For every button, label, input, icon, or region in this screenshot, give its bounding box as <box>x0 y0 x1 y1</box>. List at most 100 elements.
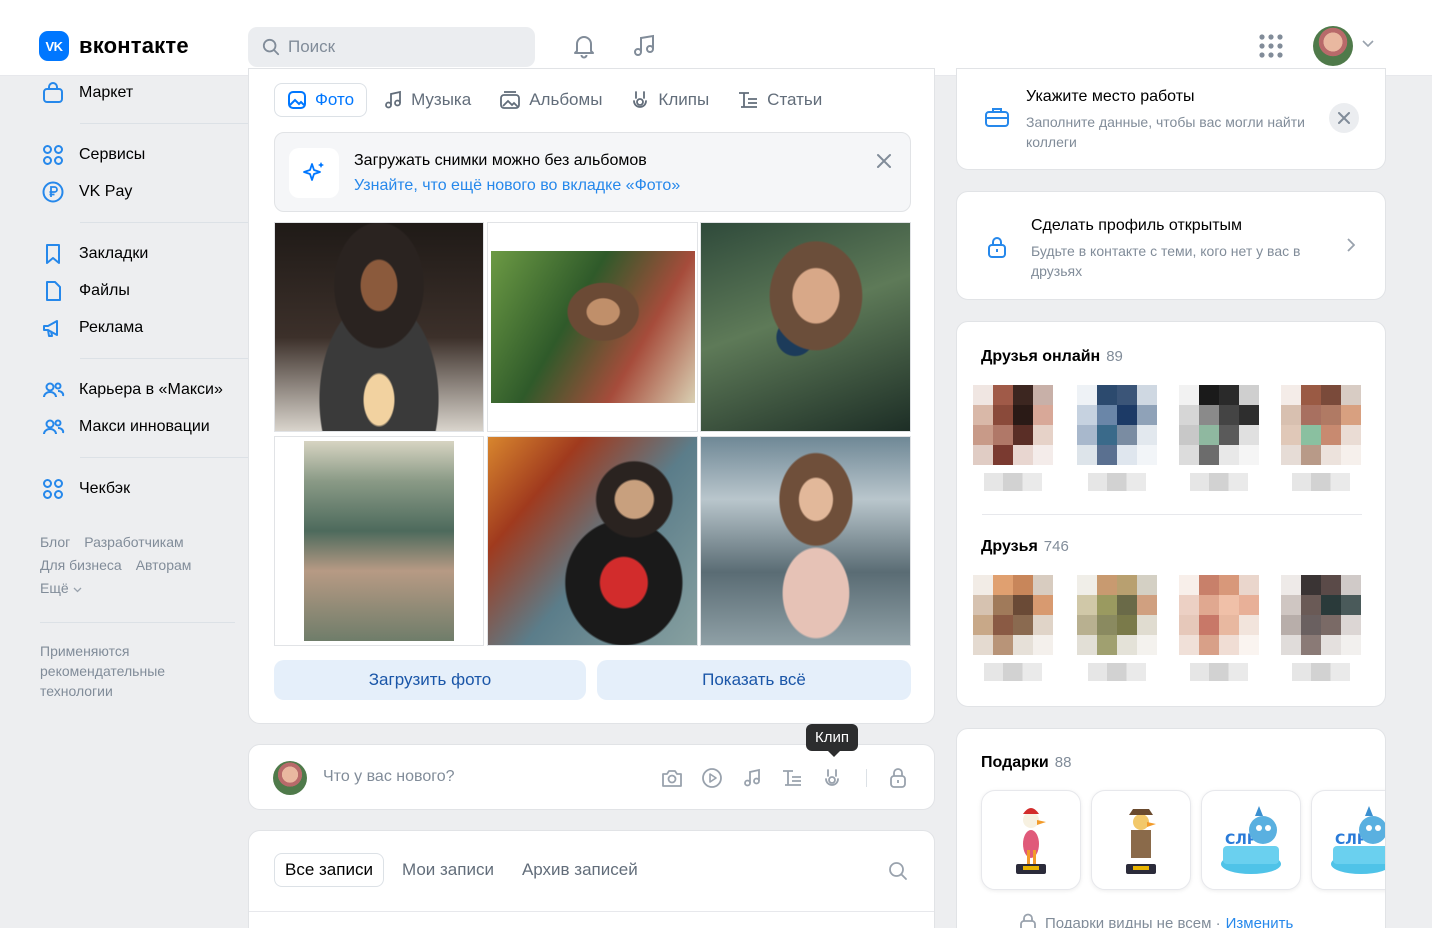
link-more-label: Ещё <box>40 580 69 596</box>
gift-item[interactable]: СЛР <box>1311 790 1385 890</box>
friend-item[interactable] <box>1179 385 1259 495</box>
close-button[interactable] <box>1329 103 1359 133</box>
recommendation-note[interactable]: Применяются рекомендательные технологии <box>40 641 200 701</box>
footer-links: Блог Разработчикам Для бизнеса Авторам Ещё <box>40 531 235 600</box>
gift-item[interactable]: СЛР <box>1201 790 1301 890</box>
music-icon[interactable] <box>630 32 658 60</box>
friend-name-blurred <box>1088 473 1146 491</box>
apps-grid-icon[interactable] <box>1257 32 1285 60</box>
bookmark-icon <box>40 241 66 267</box>
divider <box>80 457 268 458</box>
vk-logo[interactable]: VK вконтакте <box>39 31 189 61</box>
friend-item[interactable] <box>973 575 1053 685</box>
left-sidebar: Маркет Сервисы VK Pay Закладки Файлы Рек… <box>40 74 268 701</box>
gifts-visibility-note: Подарки видны не всем · Изменить <box>1019 913 1293 928</box>
divider <box>866 769 867 787</box>
grid-services-icon <box>40 476 66 502</box>
gifts-header[interactable]: Подарки 88 <box>981 754 1071 772</box>
sidebar-item-label: Чекбэк <box>79 479 131 497</box>
vk-logo-text: вконтакте <box>79 33 189 58</box>
friend-name-blurred <box>1088 663 1146 681</box>
camera-icon[interactable] <box>659 765 685 791</box>
friends-header[interactable]: Друзья 746 <box>981 538 1069 556</box>
photo-thumbnail[interactable] <box>274 436 484 646</box>
tab-clips[interactable]: Клипы <box>618 83 721 117</box>
sidebar-item-files[interactable]: Файлы <box>40 272 235 309</box>
friend-item[interactable] <box>1077 385 1157 495</box>
music-icon[interactable] <box>739 765 765 791</box>
gift-item[interactable] <box>981 790 1081 890</box>
friend-item[interactable] <box>1281 575 1361 685</box>
close-icon[interactable] <box>876 153 892 169</box>
friends-online-header[interactable]: Друзья онлайн 89 <box>981 348 1123 366</box>
sidebar-item-market[interactable]: Маркет <box>40 74 235 111</box>
gift-item[interactable] <box>1091 790 1191 890</box>
gifts-change-link[interactable]: Изменить <box>1226 915 1294 928</box>
work-place-card[interactable]: Укажите место работы Заполните данные, ч… <box>956 68 1386 170</box>
tab-all-posts[interactable]: Все записи <box>274 853 384 887</box>
photo-thumbnail[interactable] <box>487 222 698 432</box>
gifts-note-text: Подарки видны не всем · <box>1045 914 1221 928</box>
search-input[interactable] <box>288 37 528 57</box>
upload-photo-button[interactable]: Загрузить фото <box>274 660 586 700</box>
tab-archive[interactable]: Архив записей <box>512 853 648 887</box>
article-icon[interactable] <box>779 765 805 791</box>
link-business[interactable]: Для бизнеса <box>40 557 122 573</box>
friend-item[interactable] <box>1179 575 1259 685</box>
search-icon[interactable] <box>888 861 908 881</box>
link-blog[interactable]: Блог <box>40 534 70 550</box>
sidebar-item-ads[interactable]: Реклама <box>40 309 235 346</box>
friend-item[interactable] <box>1281 385 1361 495</box>
vk-logo-mark: VK <box>39 31 69 61</box>
document-icon <box>40 278 66 304</box>
show-all-button[interactable]: Показать всё <box>597 660 911 700</box>
tab-photo[interactable]: Фото <box>274 83 368 117</box>
tab-articles[interactable]: Статьи <box>725 83 834 117</box>
sidebar-item-bookmarks[interactable]: Закладки <box>40 235 235 272</box>
photo-thumbnail[interactable] <box>487 436 698 646</box>
photo-thumbnail[interactable] <box>274 222 484 432</box>
avatar <box>273 761 307 795</box>
tab-music[interactable]: Музыка <box>371 83 483 117</box>
friend-name-blurred <box>1190 473 1248 491</box>
bell-icon[interactable] <box>570 32 598 60</box>
link-developers[interactable]: Разработчикам <box>84 534 183 550</box>
open-profile-card[interactable]: Сделать профиль открытым Будьте в контак… <box>956 191 1386 300</box>
sidebar-item-career[interactable]: Карьера в «Макси» <box>40 371 235 408</box>
search-box[interactable] <box>248 27 535 67</box>
sidebar-item-label: Маркет <box>79 83 134 101</box>
friend-item[interactable] <box>1077 575 1157 685</box>
feed-tabs: Все записи Мои записи Архив записей <box>274 853 656 887</box>
sidebar-item-label: Сервисы <box>79 145 146 163</box>
close-icon <box>1338 112 1350 124</box>
video-icon[interactable] <box>699 765 725 791</box>
composer-input[interactable]: Что у вас нового? <box>323 768 455 786</box>
tab-albums[interactable]: Альбомы <box>487 83 614 117</box>
tab-my-posts[interactable]: Мои записи <box>392 853 504 887</box>
divider <box>80 222 268 223</box>
sidebar-item-vkpay[interactable]: VK Pay <box>40 173 235 210</box>
group-icon <box>40 377 66 403</box>
link-more[interactable]: Ещё <box>40 577 235 600</box>
photo-thumbnail[interactable] <box>700 436 911 646</box>
clip-icon[interactable] <box>819 765 845 791</box>
sidebar-item-innovations[interactable]: Макси инновации <box>40 408 235 445</box>
gifts-count: 88 <box>1054 754 1072 771</box>
clips-icon <box>630 90 650 110</box>
photo-thumbnail[interactable] <box>700 222 911 432</box>
sidebar-item-checkback[interactable]: Чекбэк <box>40 470 235 507</box>
sparkle-icon <box>289 148 339 198</box>
gifts-title: Подарки <box>981 754 1049 771</box>
link-authors[interactable]: Авторам <box>136 557 192 573</box>
sidebar-item-services[interactable]: Сервисы <box>40 136 235 173</box>
tab-label: Альбомы <box>529 90 603 109</box>
group-icon <box>40 414 66 440</box>
banner-link[interactable]: Узнайте, что ещё нового во вкладке «Фото… <box>354 177 680 195</box>
friend-avatar <box>973 385 1053 465</box>
gift-duck-icon <box>1016 808 1046 874</box>
profile-avatar[interactable] <box>1313 26 1353 66</box>
friend-avatar <box>1077 385 1157 465</box>
lock-icon[interactable] <box>885 765 911 791</box>
chevron-down-icon[interactable] <box>1362 40 1374 48</box>
friend-item[interactable] <box>973 385 1053 495</box>
